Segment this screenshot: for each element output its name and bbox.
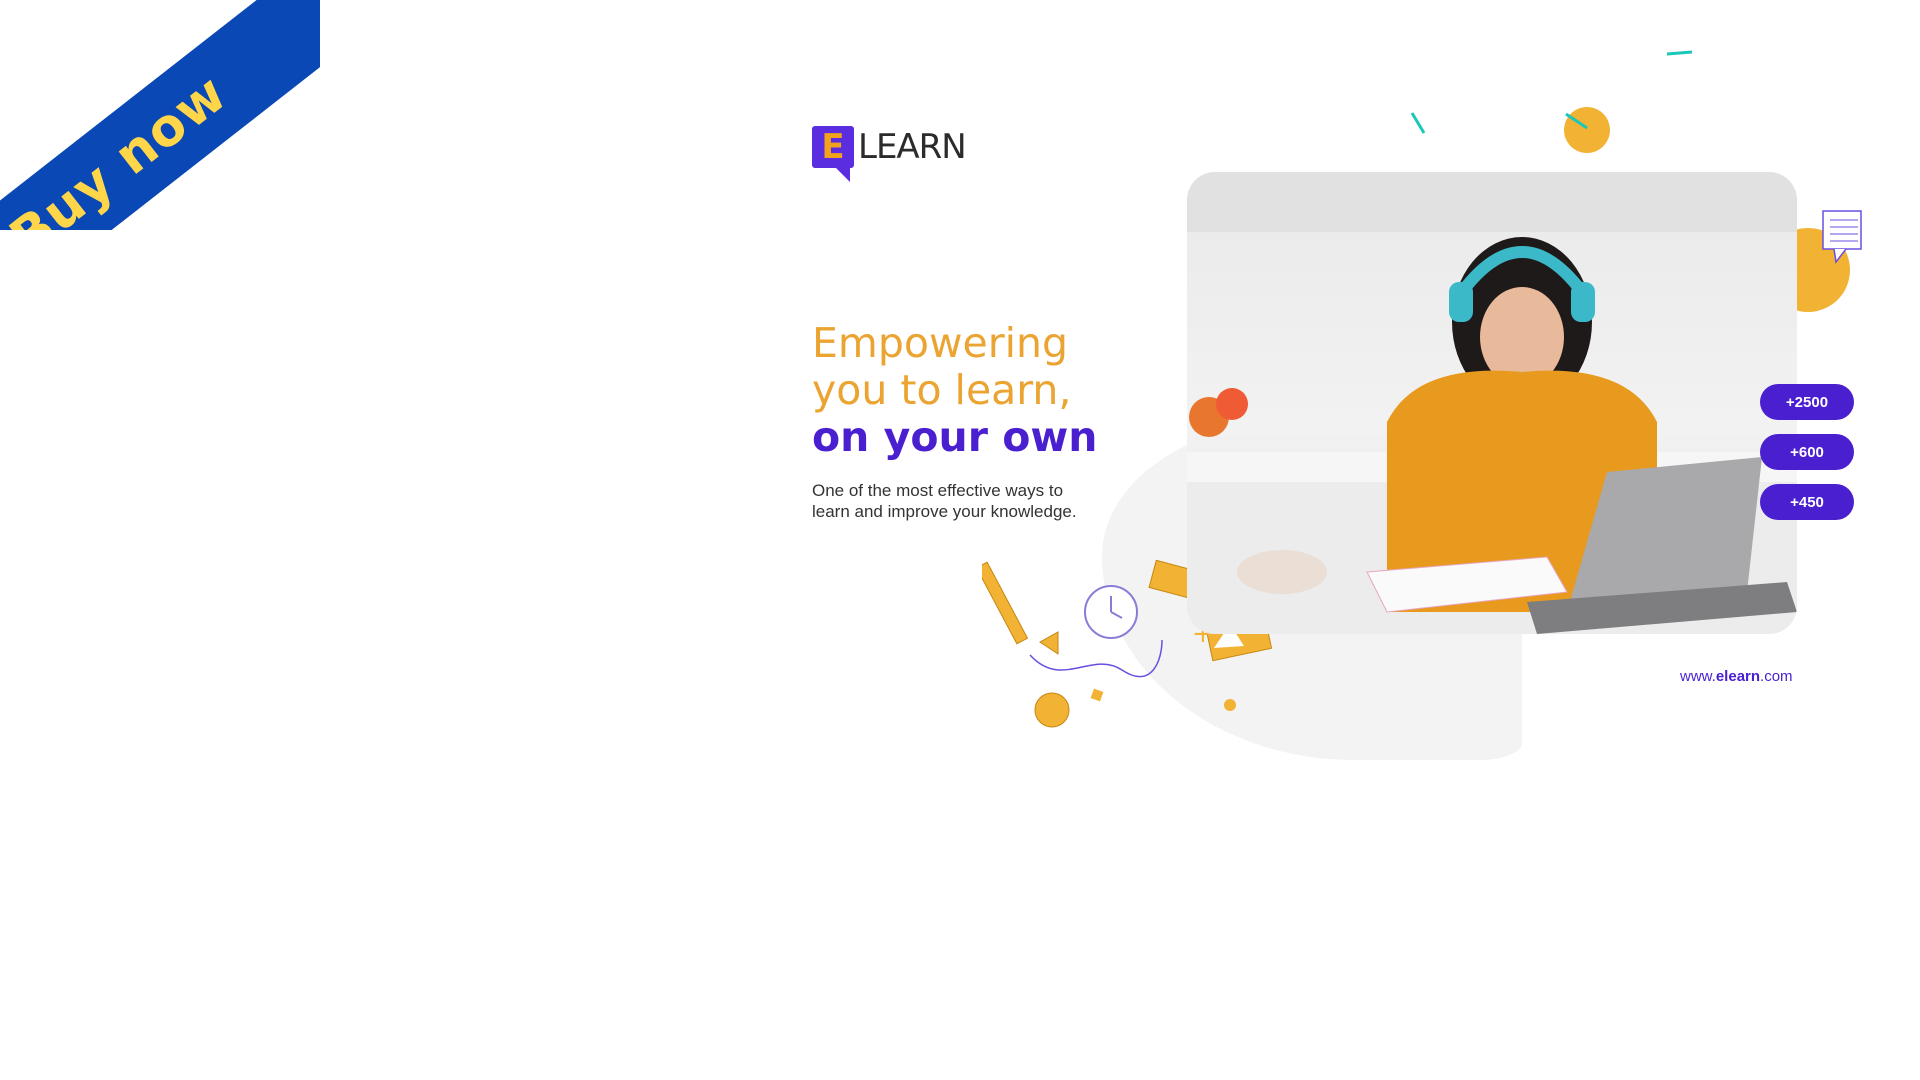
play-circle-icon (1034, 692, 1070, 728)
website-link[interactable]: www.elearn.com (1680, 668, 1793, 685)
decor-dot (1224, 699, 1236, 711)
hero-subtext: One of the most effective ways to learn … (812, 481, 1077, 521)
stat-badge: +600 (1760, 434, 1854, 470)
hero-photo (1187, 172, 1797, 634)
headline-line-2: you to learn, (812, 366, 1072, 414)
hero-headline: Empowering you to learn, on your own (812, 320, 1097, 461)
buy-now-ribbon[interactable]: Buy now (0, 0, 320, 230)
headline-line-1: Empowering (812, 319, 1068, 367)
student-illustration (1187, 172, 1797, 634)
buy-now-ribbon-container: Buy now (0, 0, 320, 230)
triangle-shape (1039, 631, 1059, 655)
headline-line-3: on your own (812, 413, 1098, 461)
stat-badge: +450 (1760, 484, 1854, 520)
buy-now-label: Buy now (0, 63, 239, 230)
stat-badge: +2500 (1760, 384, 1854, 420)
decor-circle (1564, 107, 1610, 153)
decor-dash (1410, 112, 1426, 134)
decor-dash (1666, 50, 1693, 56)
logo-mark: E (812, 126, 854, 182)
chat-bubble-icon (1822, 210, 1862, 264)
elearn-logo[interactable]: E LEARN (812, 126, 967, 182)
pencil-icon (982, 561, 1029, 645)
decor-square (1090, 688, 1104, 702)
elearn-banner: E LEARN Empowering you to learn, on your… (812, 40, 1872, 770)
logo-text: LEARN (858, 127, 967, 167)
stat-badges: +2500 +600 +450 (1760, 384, 1854, 534)
